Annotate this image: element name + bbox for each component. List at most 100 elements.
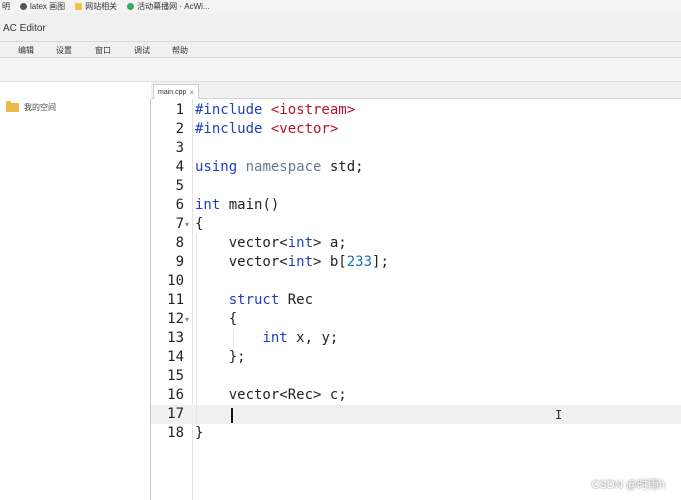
title-bar: AC Editor <box>0 13 681 41</box>
code-text: int main() <box>195 196 279 215</box>
code-line[interactable]: 10 <box>151 272 681 291</box>
bookmarks-bar: 明 latex 画图 网站相关 活动幕播网 · AcWi... <box>0 0 681 13</box>
indent-guide <box>196 234 197 424</box>
code-token: namespace <box>245 159 322 175</box>
menu-help[interactable]: 帮助 <box>172 45 188 56</box>
code-token: std; <box>321 159 364 175</box>
bookmark-item[interactable]: 活动幕播网 · AcWi... <box>127 1 210 12</box>
code-line[interactable]: 18} <box>151 424 681 443</box>
line-number: 11 <box>167 292 184 308</box>
code-token: x, y; <box>287 330 339 346</box>
code-text: #include <iostream> <box>195 101 355 120</box>
menu-settings[interactable]: 设置 <box>56 45 72 56</box>
code-token: }; <box>195 349 246 365</box>
github-icon <box>20 3 27 10</box>
code-token: main() <box>220 197 280 213</box>
bookmark-item[interactable]: latex 画图 <box>20 1 65 12</box>
tab-main-cpp[interactable]: main.cpp × <box>153 84 200 99</box>
toolbar <box>0 58 681 82</box>
sidebar-item-label: 我的空间 <box>24 103 56 112</box>
code-token: #include <box>195 121 271 137</box>
tab-strip: main.cpp × <box>151 82 681 99</box>
menu-debug[interactable]: 调试 <box>134 45 150 56</box>
line-number: 5 <box>175 178 184 194</box>
code-line[interactable]: 15 <box>151 367 681 386</box>
code-line[interactable]: 11 struct Rec <box>151 291 681 310</box>
code-line[interactable]: 5 <box>151 177 681 196</box>
code-line[interactable]: 6 int main() <box>151 196 681 215</box>
line-number: 16 <box>167 387 184 403</box>
code-line[interactable]: 3 <box>151 139 681 158</box>
code-token: { <box>195 216 204 232</box>
line-number: 3 <box>175 140 184 156</box>
fold-toggle-icon[interactable]: ▾ <box>185 310 189 329</box>
line-number: 13 <box>167 330 184 346</box>
code-line[interactable]: 17 I <box>151 405 681 424</box>
code-token: using <box>195 159 238 175</box>
line-number: 6 <box>175 197 184 213</box>
code-line[interactable]: 4 using namespace std; <box>151 158 681 177</box>
code-token: struct <box>228 292 280 308</box>
folder-icon <box>6 101 19 112</box>
code-text: }; <box>195 348 246 367</box>
ibeam-cursor-icon: I <box>555 408 563 422</box>
watermark: CSDN @时雨h <box>591 479 665 491</box>
code-line[interactable]: 7 ▾ { <box>151 215 681 234</box>
code-token: } <box>195 425 204 441</box>
line-number: 9 <box>175 254 184 270</box>
line-number: 18 <box>167 425 184 441</box>
code-line[interactable]: 1 #include <iostream> <box>151 101 681 120</box>
code-token: Rec <box>279 292 314 308</box>
line-number: 8 <box>175 235 184 251</box>
code-text: #include <vector> <box>195 120 338 139</box>
bookmark-label: 网站相关 <box>85 2 118 11</box>
bookmark-item[interactable]: 网站相关 <box>75 1 117 12</box>
code-line[interactable]: 14 }; <box>151 348 681 367</box>
code-text: int x, y; <box>195 329 338 348</box>
code-editor[interactable]: 1 #include <iostream> 2 #include <vector> 3 4… <box>151 99 681 500</box>
code-text: { <box>195 215 203 234</box>
code-token: ]; <box>372 254 389 270</box>
code-token: <vector> <box>270 121 339 137</box>
code-token: int <box>262 330 288 346</box>
line-number: 17 <box>167 406 184 422</box>
code-line[interactable]: 2 #include <vector> <box>151 120 681 139</box>
code-token: > b[ <box>313 254 347 270</box>
code-line[interactable]: 8 vector<int> a; <box>151 234 681 253</box>
code-text: } <box>195 424 203 443</box>
line-number: 4 <box>175 159 184 175</box>
acwing-icon <box>127 3 135 10</box>
code-line[interactable]: 9 vector<int> b[233]; <box>151 253 681 272</box>
line-number: 12 <box>167 311 184 327</box>
line-number: 1 <box>175 102 184 118</box>
bookmark-label: 明 <box>2 2 10 11</box>
tab-label: main.cpp <box>158 88 187 96</box>
code-token: int <box>195 197 221 213</box>
code-text: vector<int> b[233]; <box>195 253 389 272</box>
code-token: int <box>287 254 314 270</box>
code-text: using namespace std; <box>195 158 364 177</box>
close-icon[interactable]: × <box>189 88 194 97</box>
code-token: <iostream> <box>270 102 356 118</box>
indent-guide <box>233 329 234 348</box>
code-line[interactable]: 12 ▾ { <box>151 310 681 329</box>
code-line[interactable]: 16 vector<Rec> c; <box>151 386 681 405</box>
code-token: vector< <box>195 235 288 251</box>
fold-toggle-icon[interactable]: ▾ <box>185 215 189 234</box>
sidebar-item-my-space[interactable]: 我的空间 <box>6 101 56 113</box>
menu-edit[interactable]: 编辑 <box>18 45 34 56</box>
code-text: struct Rec <box>195 291 313 310</box>
text-caret <box>231 408 233 423</box>
line-number: 2 <box>175 121 184 137</box>
line-number: 10 <box>167 273 184 289</box>
code-token: > a; <box>313 235 347 251</box>
menu-window[interactable]: 窗口 <box>95 45 111 56</box>
code-token: int <box>287 235 314 251</box>
code-text: vector<int> a; <box>195 234 347 253</box>
bookmark-label: 活动幕播网 · AcWi... <box>137 2 210 11</box>
line-number: 15 <box>167 368 184 384</box>
code-line[interactable]: 13 int x, y; <box>151 329 681 348</box>
bookmark-item[interactable]: 明 <box>2 1 10 12</box>
